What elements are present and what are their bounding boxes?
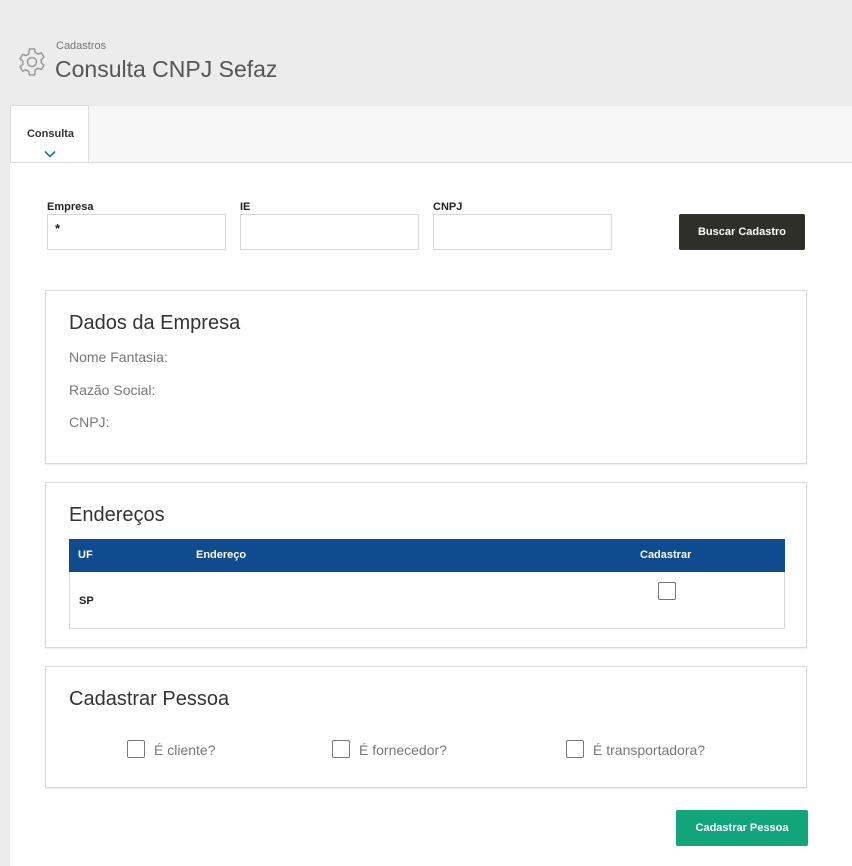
- column-header-uf: UF: [78, 549, 93, 561]
- fornecedor-label[interactable]: É fornecedor?: [359, 742, 447, 758]
- buscar-cadastro-button[interactable]: Buscar Cadastro: [679, 214, 805, 250]
- cadastrar-endereco-checkbox[interactable]: [658, 582, 676, 600]
- page-title: Consulta CNPJ Sefaz: [55, 56, 278, 82]
- cadastrar-pessoa-title: Cadastrar Pessoa: [69, 688, 230, 710]
- row-uf-cell: SP: [79, 595, 94, 607]
- transportadora-label[interactable]: É transportadora?: [593, 742, 705, 758]
- fornecedor-checkbox[interactable]: [332, 740, 350, 758]
- enderecos-table: UF Endereço Cadastrar SP: [69, 539, 785, 629]
- tab-bar: Consulta: [10, 105, 852, 163]
- cadastrar-pessoa-button[interactable]: Cadastrar Pessoa: [676, 810, 808, 846]
- enderecos-card: Endereços UF Endereço Cadastrar SP: [45, 482, 807, 648]
- page-header: Cadastros Consulta CNPJ Sefaz: [0, 0, 852, 106]
- cadastrar-pessoa-card: Cadastrar Pessoa É cliente? É fornecedor…: [45, 666, 807, 788]
- enderecos-title: Endereços: [69, 504, 165, 526]
- tab-consulta-label: Consulta: [26, 128, 75, 140]
- razao-social-label: Razão Social:: [69, 382, 156, 398]
- chevron-down-icon: [44, 150, 56, 158]
- cnpj-input[interactable]: [433, 214, 612, 250]
- empresa-label: Empresa: [47, 201, 94, 213]
- cnpj-label: CNPJ: [433, 201, 463, 213]
- cliente-label[interactable]: É cliente?: [154, 742, 215, 758]
- table-header: UF Endereço Cadastrar: [69, 539, 785, 572]
- empresa-input[interactable]: *: [47, 214, 226, 250]
- main-panel: Consulta Empresa * IE CNPJ Buscar Cadast…: [10, 105, 852, 866]
- nome-fantasia-label: Nome Fantasia:: [69, 349, 168, 365]
- cnpj-info-label: CNPJ:: [69, 414, 110, 430]
- breadcrumb[interactable]: Cadastros: [56, 40, 106, 52]
- dados-empresa-title: Dados da Empresa: [69, 312, 241, 334]
- transportadora-checkbox[interactable]: [566, 740, 584, 758]
- gear-icon: [19, 48, 45, 76]
- cliente-checkbox[interactable]: [127, 740, 145, 758]
- ie-input[interactable]: [240, 214, 419, 250]
- tab-consulta[interactable]: Consulta: [10, 105, 89, 162]
- column-header-endereco: Endereço: [196, 549, 247, 561]
- column-header-cadastrar: Cadastrar: [640, 549, 692, 561]
- ie-label: IE: [240, 201, 251, 213]
- dados-empresa-card: Dados da Empresa Nome Fantasia: Razão So…: [45, 290, 807, 464]
